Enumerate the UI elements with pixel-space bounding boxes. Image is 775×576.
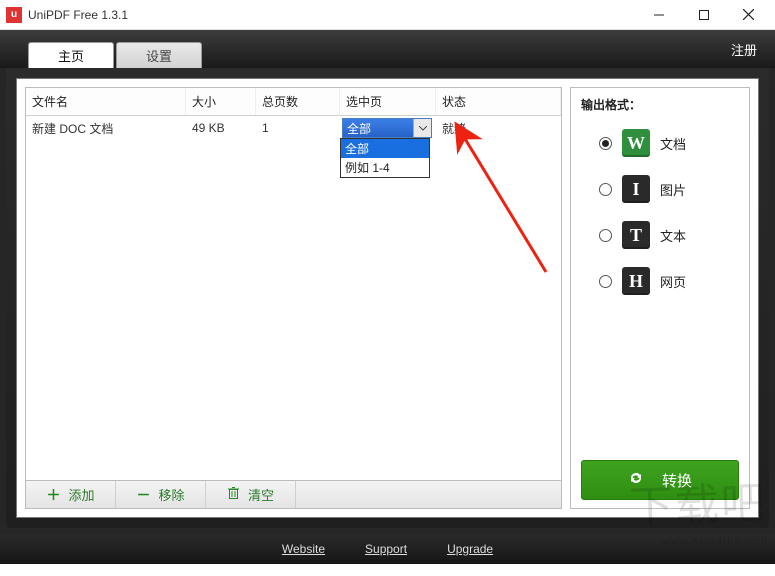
output-heading: 输出格式： [581,96,739,113]
minimize-button[interactable] [636,1,681,29]
format-option-text[interactable]: T 文本 [599,221,739,249]
add-label: 添加 [68,485,94,504]
page-range-dropdown[interactable]: 全部 [342,118,432,138]
dropdown-option-example[interactable]: 例如 1-4 [341,158,429,177]
format-list: W 文档 I 图片 T 文本 H 网页 [599,129,739,295]
format-option-image[interactable]: I 图片 [599,175,739,203]
image-icon: I [622,175,650,203]
tab-settings[interactable]: 设置 [116,42,202,68]
footer-upgrade-link[interactable]: Upgrade [447,542,493,556]
format-option-html[interactable]: H 网页 [599,267,739,295]
format-option-doc[interactable]: W 文档 [599,129,739,157]
grid-body: 新建 DOC 文档 49 KB 1 全部 全部 例如 1-4 就绪 [26,116,561,480]
footer: Website Support Upgrade [0,534,775,564]
col-total-pages[interactable]: 总页数 [256,88,340,115]
col-filename[interactable]: 文件名 [26,88,186,115]
clear-label: 清空 [248,485,274,504]
col-status[interactable]: 状态 [436,88,561,115]
tab-home[interactable]: 主页 [28,42,114,68]
footer-website-link[interactable]: Website [282,542,325,556]
output-pane: 输出格式： W 文档 I 图片 T 文本 H 网页 [570,87,750,509]
page-range-dropdown-list: 全部 例如 1-4 [340,138,430,178]
cell-status: 就绪 [436,120,561,137]
close-icon [743,9,754,20]
radio-html[interactable] [599,275,612,288]
remove-button[interactable]: － 移除 [116,481,206,508]
footer-support-link[interactable]: Support [365,542,407,556]
format-text-label: 文本 [660,226,686,245]
app-icon: u [6,7,22,23]
maximize-button[interactable] [681,1,726,29]
convert-label: 转换 [662,470,692,491]
html-icon: H [622,267,650,295]
minus-icon: － [136,485,150,505]
cell-selected-pages: 全部 全部 例如 1-4 [340,118,436,138]
refresh-icon [628,470,644,491]
plus-icon: ＋ [46,485,60,505]
col-selected-pages[interactable]: 选中页 [340,88,436,115]
dropdown-value: 全部 [347,120,371,137]
col-size[interactable]: 大小 [186,88,256,115]
remove-label: 移除 [158,485,184,504]
maximize-icon [699,10,709,20]
radio-doc[interactable] [599,137,612,150]
grid-header: 文件名 大小 总页数 选中页 状态 [26,88,561,116]
format-doc-label: 文档 [660,134,686,153]
table-row[interactable]: 新建 DOC 文档 49 KB 1 全部 全部 例如 1-4 就绪 [26,116,561,140]
minimize-icon [654,10,664,20]
cell-total-pages: 1 [256,121,340,135]
format-image-label: 图片 [660,180,686,199]
cell-filename: 新建 DOC 文档 [26,120,186,137]
add-button[interactable]: ＋ 添加 [26,481,116,508]
register-link[interactable]: 注册 [731,40,757,59]
radio-image[interactable] [599,183,612,196]
workspace: 文件名 大小 总页数 选中页 状态 新建 DOC 文档 49 KB 1 全部 [16,78,759,518]
text-icon: T [622,221,650,249]
cell-size: 49 KB [186,121,256,135]
list-toolbar: ＋ 添加 － 移除 清空 [26,480,561,508]
chevron-down-icon [413,119,431,137]
radio-text[interactable] [599,229,612,242]
convert-button[interactable]: 转换 [581,460,739,500]
trash-icon [227,486,240,503]
window-titlebar: u UniPDF Free 1.3.1 [0,0,775,30]
format-html-label: 网页 [660,272,686,291]
tab-bar: 主页 设置 注册 [0,30,775,68]
clear-button[interactable]: 清空 [206,481,296,508]
file-list-pane: 文件名 大小 总页数 选中页 状态 新建 DOC 文档 49 KB 1 全部 [25,87,562,509]
window-title: UniPDF Free 1.3.1 [28,8,128,22]
close-button[interactable] [726,1,771,29]
word-icon: W [622,129,650,157]
dropdown-option-all[interactable]: 全部 [341,139,429,158]
